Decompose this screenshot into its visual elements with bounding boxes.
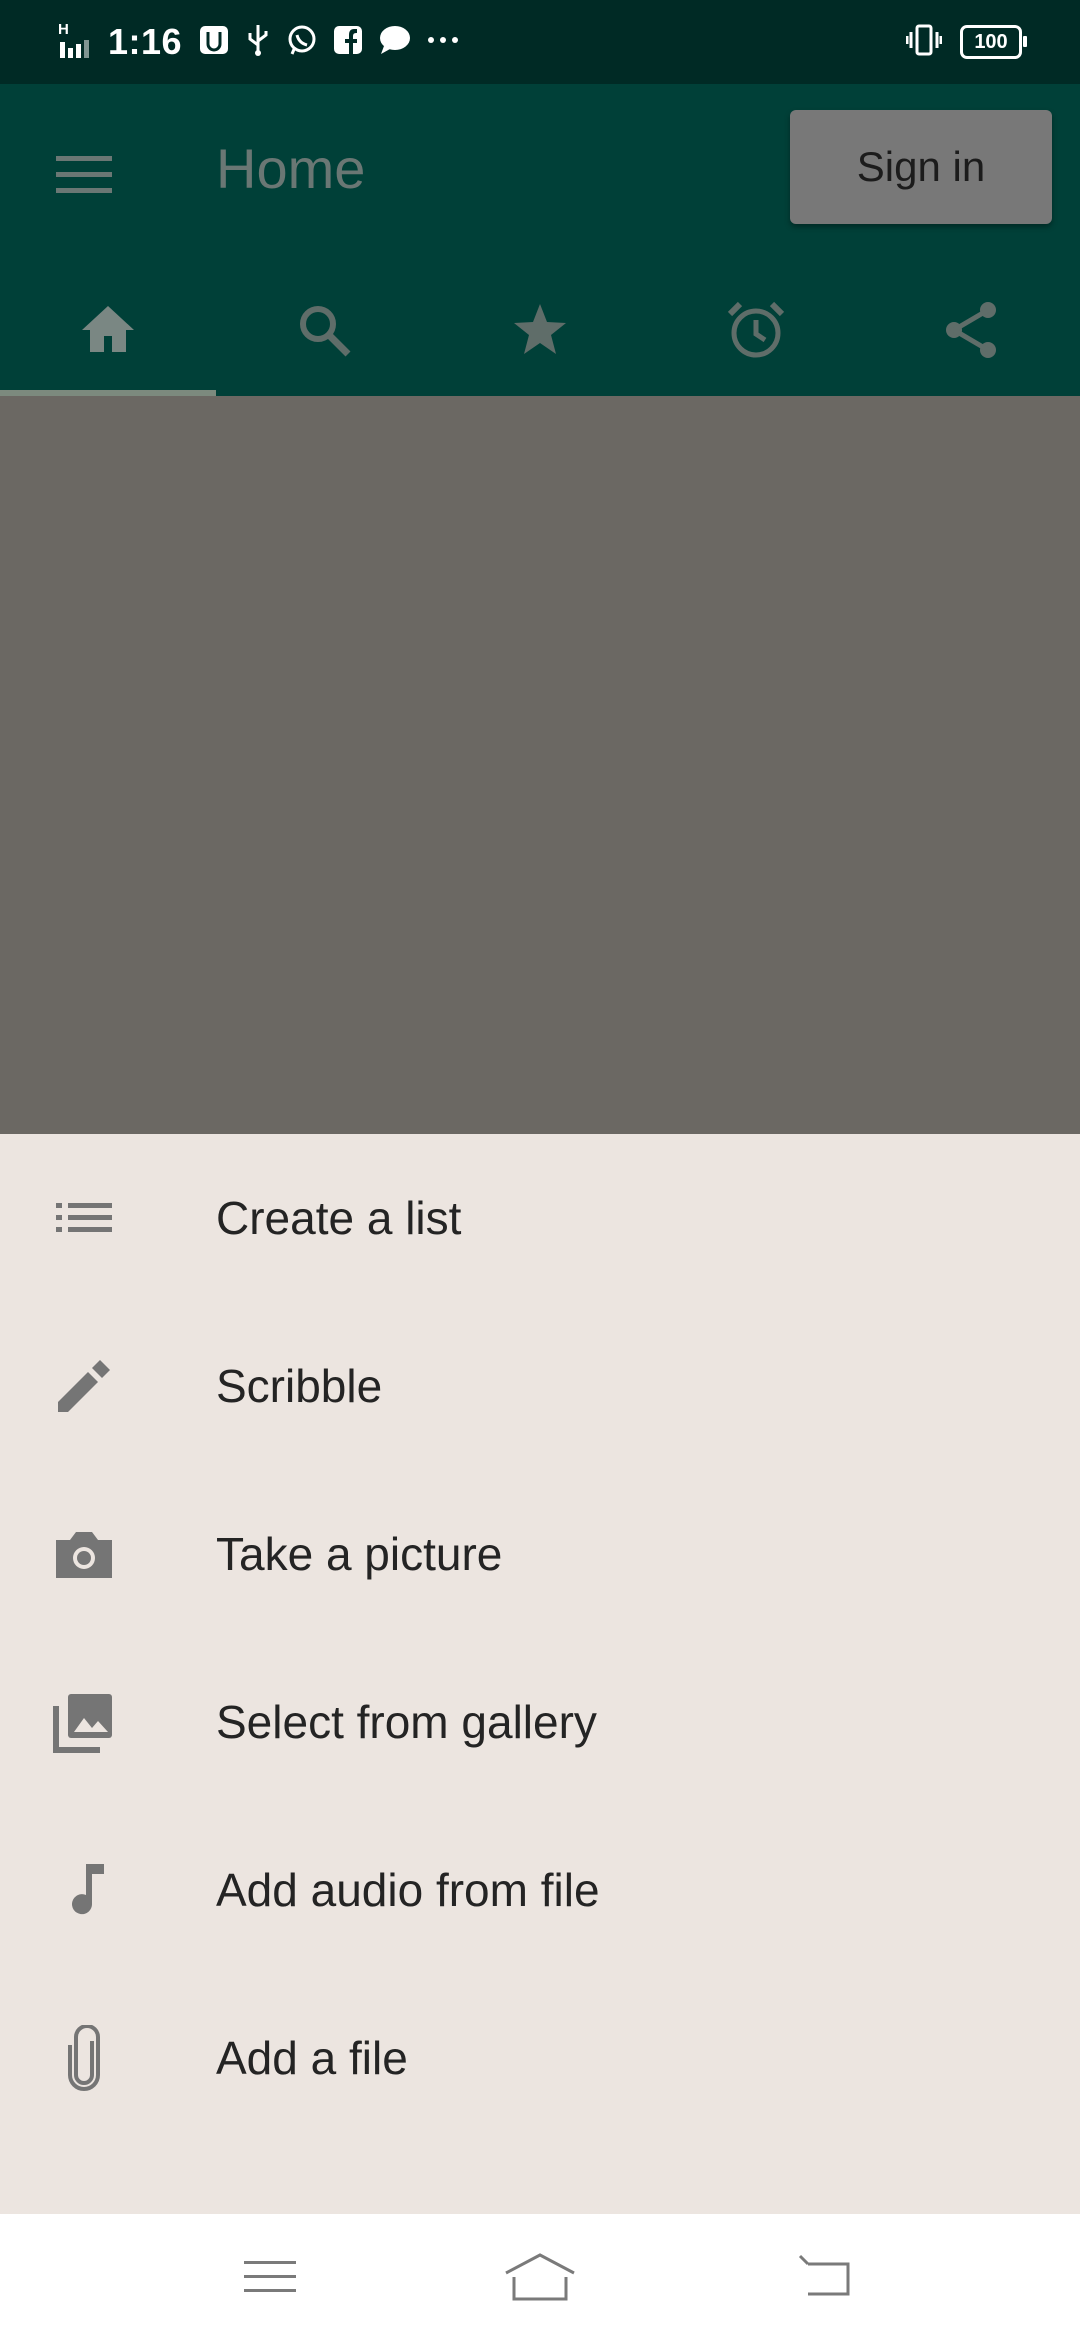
item-label: Select from gallery xyxy=(216,1696,597,1748)
scribble-item[interactable]: Scribble xyxy=(0,1302,1080,1470)
recent-apps-icon[interactable] xyxy=(230,2244,310,2310)
battery-icon: 100 xyxy=(960,25,1027,59)
add-file-item[interactable]: Add a file xyxy=(0,1974,1080,2142)
tab-reminders[interactable] xyxy=(648,268,864,396)
item-label: Scribble xyxy=(216,1360,383,1412)
sign-in-button[interactable]: Sign in xyxy=(790,110,1052,224)
home-nav-icon[interactable] xyxy=(500,2244,580,2310)
star-icon xyxy=(508,298,572,367)
usb-icon xyxy=(244,23,286,62)
alarm-icon xyxy=(724,298,788,367)
pencil-icon xyxy=(50,1352,118,1420)
search-icon xyxy=(292,298,356,367)
back-nav-icon[interactable] xyxy=(784,2244,864,2310)
select-gallery-item[interactable]: Select from gallery xyxy=(0,1638,1080,1806)
tab-bar xyxy=(0,268,1080,396)
scrim-overlay[interactable] xyxy=(0,396,1080,1134)
add-audio-item[interactable]: Add audio from file xyxy=(0,1806,1080,1974)
list-icon xyxy=(50,1184,118,1252)
item-label: Add audio from file xyxy=(216,1864,600,1916)
chat-icon xyxy=(378,24,426,61)
tab-search[interactable] xyxy=(216,268,432,396)
app-bar: Home Sign in xyxy=(0,84,1080,396)
status-bar: H 1:16 100 xyxy=(0,0,1080,84)
item-label: Create a list xyxy=(216,1192,462,1244)
attachment-icon xyxy=(50,2024,118,2092)
page-title: Home xyxy=(216,137,366,200)
create-list-item[interactable]: Create a list xyxy=(0,1134,1080,1302)
home-icon xyxy=(76,298,140,367)
take-picture-item[interactable]: Take a picture xyxy=(0,1470,1080,1638)
system-nav-bar xyxy=(0,2214,1080,2340)
bottom-sheet: Create a list Scribble Take a picture Se… xyxy=(0,1134,1080,2214)
tab-share[interactable] xyxy=(864,268,1080,396)
music-note-icon xyxy=(50,1856,118,1924)
item-label: Add a file xyxy=(216,2032,408,2084)
more-icon xyxy=(426,24,474,61)
facebook-icon xyxy=(332,24,378,61)
tab-home[interactable] xyxy=(0,268,216,396)
whatsapp-icon xyxy=(286,24,332,61)
status-time: 1:16 xyxy=(108,21,183,62)
gallery-icon xyxy=(50,1688,118,1756)
signal-icon: H xyxy=(58,20,94,65)
item-label: Take a picture xyxy=(216,1528,503,1580)
share-icon xyxy=(940,298,1004,367)
svg-text:H: H xyxy=(58,21,69,38)
usb-debug-icon xyxy=(198,24,244,61)
menu-icon[interactable] xyxy=(54,144,114,204)
tab-favorites[interactable] xyxy=(432,268,648,396)
vibrate-icon xyxy=(905,22,943,63)
camera-icon xyxy=(50,1520,118,1588)
